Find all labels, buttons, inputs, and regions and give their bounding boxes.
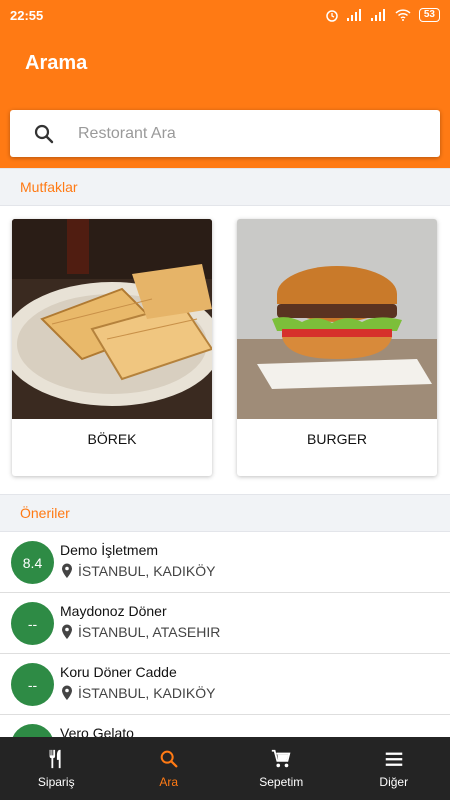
location-text: İSTANBUL, KADIKÖY — [78, 685, 216, 701]
restaurant-name: Demo İşletmem — [60, 542, 159, 558]
nav-item-diger[interactable]: Diğer — [338, 737, 450, 800]
restaurant-location: İSTANBUL, KADIKÖY — [60, 685, 215, 701]
cuisine-card-burger[interactable]: BURGER — [237, 219, 437, 476]
restaurant-name: Vero Gelato — [60, 725, 134, 737]
search-bar[interactable] — [10, 110, 440, 157]
restaurant-location: İSTANBUL, ATASEHIR — [60, 624, 220, 640]
bottom-nav: Sipariş Ara Sepetim Diğer — [0, 737, 450, 800]
signal-icon-2 — [370, 9, 385, 21]
nav-label: Diğer — [379, 775, 409, 789]
rating-badge: 8.4 — [11, 541, 54, 584]
restaurant-location: İSTANBUL, KADIKÖY — [60, 563, 215, 579]
cuisines-list: BÖREK BURGER — [0, 206, 450, 494]
menu-icon — [385, 752, 402, 766]
list-item[interactable]: -- Maydonoz Döner İSTANBUL, ATASEHIR — [0, 593, 450, 654]
nav-label: Ara — [159, 775, 179, 789]
cuisine-label: BURGER — [307, 431, 367, 447]
search-icon — [34, 124, 54, 143]
suggestions-list: 8.4 Demo İşletmem İSTANBUL, KADIKÖY -- M… — [0, 532, 450, 737]
alarm-icon — [326, 10, 338, 22]
battery-indicator: 53 — [418, 8, 440, 22]
restaurant-name: Koru Döner Cadde — [60, 664, 177, 680]
restaurant-name: Maydonoz Döner — [60, 603, 167, 619]
rating-badge: -- — [11, 602, 54, 645]
location-pin-icon — [62, 563, 72, 578]
status-time: 22:55 — [10, 7, 44, 23]
burger-image — [237, 219, 437, 419]
list-item[interactable]: 8.4 Demo İşletmem İSTANBUL, KADIKÖY — [0, 532, 450, 593]
suggestions-header: Öneriler — [0, 494, 450, 532]
cuisine-card-borek[interactable]: BÖREK — [12, 219, 212, 476]
rating-badge: -- — [11, 663, 54, 706]
location-text: İSTANBUL, ATASEHIR — [78, 624, 221, 640]
rating-badge: -- — [11, 724, 54, 737]
location-pin-icon — [62, 624, 72, 639]
search-input[interactable] — [78, 124, 398, 143]
nav-label: Sepetim — [259, 775, 304, 789]
page-title: Arama — [25, 52, 88, 74]
list-item[interactable]: -- Koru Döner Cadde İSTANBUL, KADIKÖY — [0, 654, 450, 715]
utensils-icon — [49, 749, 61, 769]
wifi-icon — [395, 9, 411, 21]
nav-item-ara[interactable]: Ara — [113, 737, 226, 800]
location-pin-icon — [62, 685, 72, 700]
status-bar: 22:55 53 — [0, 0, 450, 30]
signal-icon — [346, 9, 361, 21]
location-text: İSTANBUL, KADIKÖY — [78, 563, 216, 579]
cuisines-header: Mutfaklar — [0, 168, 450, 206]
nav-item-sepetim[interactable]: Sepetim — [225, 737, 338, 800]
nav-item-siparis[interactable]: Sipariş — [0, 737, 113, 800]
cart-icon — [272, 749, 291, 768]
nav-label: Sipariş — [37, 775, 75, 789]
status-icons: 53 — [325, 8, 440, 22]
cuisine-label: BÖREK — [87, 431, 137, 447]
borek-image — [12, 219, 212, 419]
list-item[interactable]: -- Vero Gelato — [0, 715, 450, 737]
search-icon — [160, 750, 178, 768]
